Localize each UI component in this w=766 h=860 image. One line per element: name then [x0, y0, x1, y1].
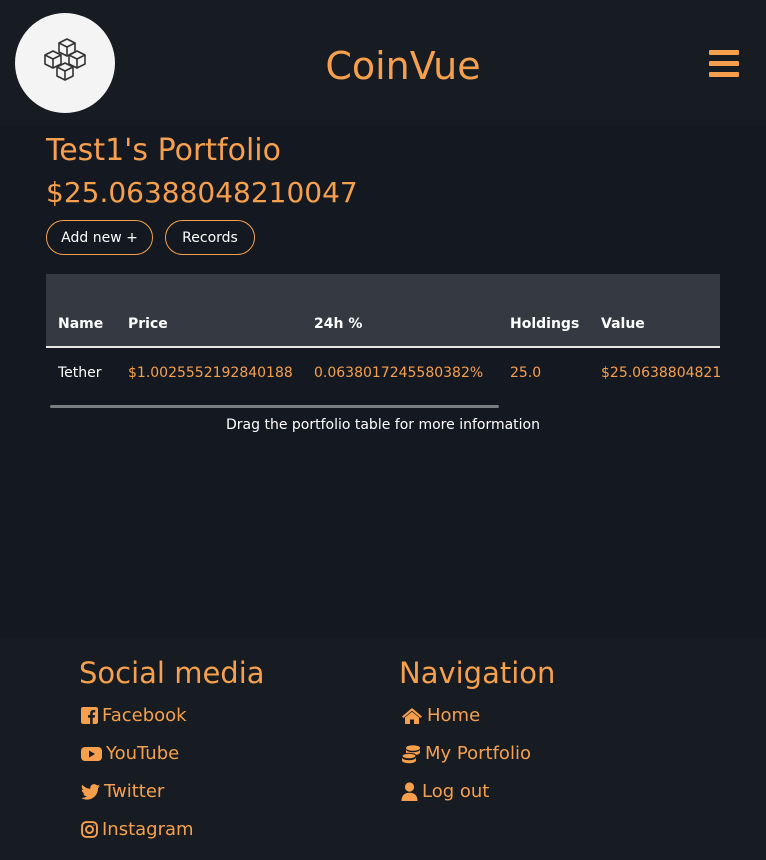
instagram-label: Instagram — [102, 819, 194, 840]
portfolio-total-value: $25.06388048210047 — [46, 176, 358, 209]
column-header-name: Name — [58, 316, 104, 332]
youtube-label: YouTube — [106, 743, 180, 764]
portfolio-table[interactable]: Name Price 24h % Holdings Value Tether $… — [46, 274, 720, 400]
my-portfolio-link[interactable]: My Portfolio — [401, 743, 531, 764]
table-scrollbar[interactable] — [50, 405, 499, 408]
column-header-value: Value — [601, 316, 645, 332]
cell-name: Tether — [58, 365, 102, 381]
log-out-label: Log out — [422, 781, 490, 802]
brand-title[interactable]: CoinVue — [0, 44, 766, 88]
twitter-label: Twitter — [104, 781, 165, 802]
facebook-label: Facebook — [102, 705, 187, 726]
home-label: Home — [427, 705, 481, 726]
facebook-icon — [81, 707, 98, 724]
home-icon — [402, 707, 422, 724]
twitter-link[interactable]: Twitter — [81, 781, 164, 802]
home-link[interactable]: Home — [401, 705, 480, 726]
user-icon — [401, 782, 418, 801]
cell-change: 0.0638017245580382% — [314, 365, 484, 381]
social-media-title: Social media — [79, 656, 265, 690]
add-new-button[interactable]: Add new + — [46, 220, 153, 255]
drag-hint: Drag the portfolio table for more inform… — [226, 417, 540, 433]
social-media-section: Social media — [79, 656, 265, 690]
youtube-link[interactable]: YouTube — [81, 743, 179, 764]
navigation-section: Navigation — [399, 656, 555, 690]
column-header-price: Price — [128, 316, 168, 332]
column-header-holdings: Holdings — [510, 316, 580, 332]
twitter-icon — [81, 783, 100, 800]
records-button[interactable]: Records — [165, 220, 255, 255]
cell-price: $1.0025552192840188 — [128, 365, 293, 381]
instagram-icon — [81, 821, 98, 838]
portfolio-title: Test1's Portfolio — [46, 133, 281, 168]
navigation-title: Navigation — [399, 656, 556, 690]
coins-icon — [401, 744, 420, 763]
youtube-icon — [81, 746, 102, 761]
cell-holdings: 25.0 — [510, 365, 542, 381]
cell-value: $25.06388048210047 — [601, 365, 720, 381]
column-header-change: 24h % — [314, 316, 363, 332]
site-header: CoinVue — [0, 0, 766, 125]
instagram-link[interactable]: Instagram — [81, 819, 194, 840]
log-out-link[interactable]: Log out — [401, 781, 489, 802]
hamburger-icon[interactable] — [709, 50, 739, 78]
my-portfolio-label: My Portfolio — [425, 743, 531, 764]
table-header-row: Name Price 24h % Holdings Value — [46, 274, 720, 348]
facebook-link[interactable]: Facebook — [81, 705, 187, 726]
